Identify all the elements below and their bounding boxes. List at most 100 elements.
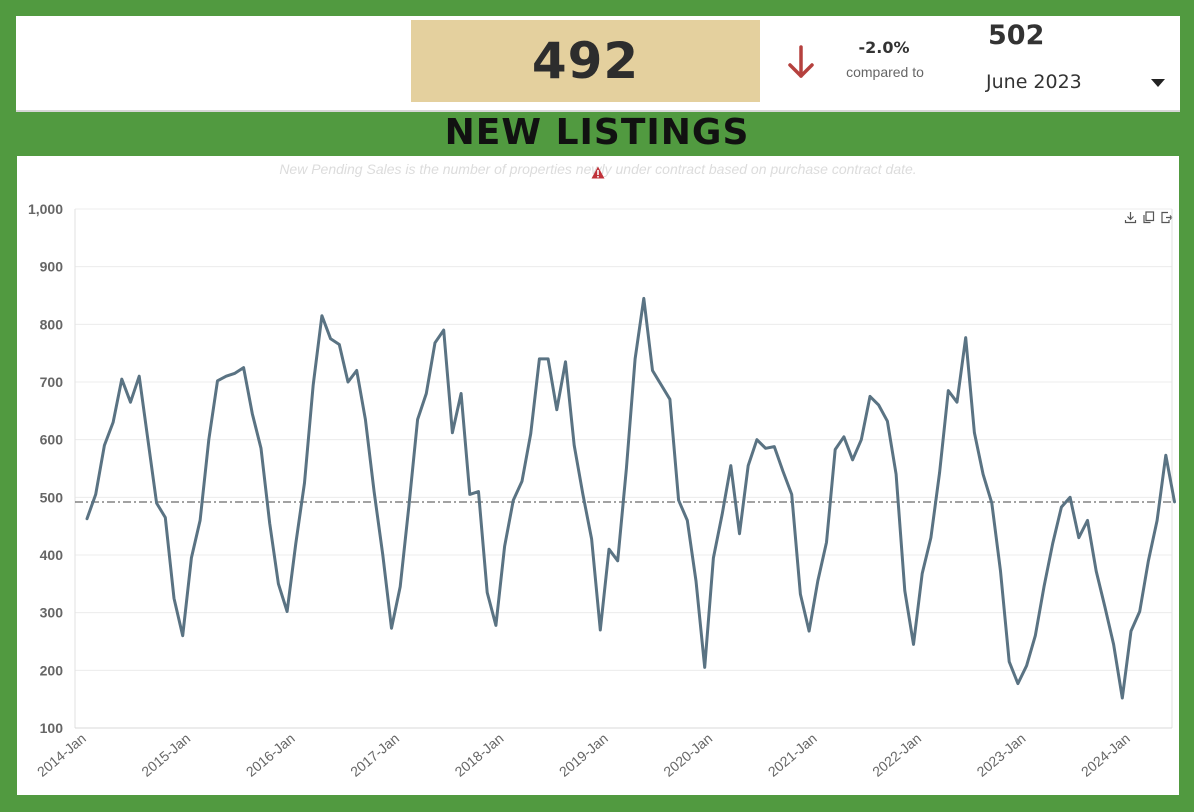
data-point[interactable] <box>477 490 481 494</box>
data-point[interactable] <box>1112 642 1116 646</box>
data-point[interactable] <box>1120 696 1124 700</box>
data-point[interactable] <box>581 492 585 496</box>
data-point[interactable] <box>189 556 193 560</box>
data-point[interactable] <box>346 380 350 384</box>
data-point[interactable] <box>1042 585 1046 589</box>
data-point[interactable] <box>233 371 237 375</box>
data-point[interactable] <box>337 343 341 347</box>
data-point[interactable] <box>555 408 559 412</box>
data-point[interactable] <box>929 536 933 540</box>
data-point[interactable] <box>903 589 907 593</box>
data-point[interactable] <box>1164 453 1168 457</box>
data-point[interactable] <box>259 446 263 450</box>
data-point[interactable] <box>764 446 768 450</box>
data-point[interactable] <box>485 590 489 594</box>
data-point[interactable] <box>633 357 637 361</box>
data-point[interactable] <box>181 634 185 638</box>
data-point[interactable] <box>85 517 89 521</box>
data-point[interactable] <box>442 328 446 332</box>
data-point[interactable] <box>677 498 681 502</box>
data-point[interactable] <box>859 438 863 442</box>
data-point[interactable] <box>433 341 437 345</box>
data-point[interactable] <box>407 504 411 508</box>
data-point[interactable] <box>303 481 307 485</box>
data-point[interactable] <box>1077 536 1081 540</box>
data-point[interactable] <box>546 357 550 361</box>
data-point[interactable] <box>572 443 576 447</box>
data-point[interactable] <box>198 518 202 522</box>
data-point[interactable] <box>1033 634 1037 638</box>
data-point[interactable] <box>1016 682 1020 686</box>
data-point[interactable] <box>772 445 776 449</box>
data-point[interactable] <box>564 360 568 364</box>
data-point[interactable] <box>894 472 898 476</box>
data-point[interactable] <box>285 610 289 614</box>
data-point[interactable] <box>1155 518 1159 522</box>
data-point[interactable] <box>94 492 98 496</box>
data-point[interactable] <box>494 623 498 627</box>
data-point[interactable] <box>320 314 324 318</box>
data-point[interactable] <box>1103 605 1107 609</box>
data-point[interactable] <box>1094 569 1098 573</box>
data-point[interactable] <box>1051 541 1055 545</box>
data-point[interactable] <box>520 479 524 483</box>
data-point[interactable] <box>946 389 950 393</box>
data-point[interactable] <box>172 596 176 600</box>
data-point[interactable] <box>155 501 159 505</box>
data-point[interactable] <box>1129 629 1133 633</box>
chevron-down-icon[interactable] <box>1151 79 1165 87</box>
data-point[interactable] <box>885 419 889 423</box>
data-point[interactable] <box>807 629 811 633</box>
data-point[interactable] <box>624 467 628 471</box>
data-point[interactable] <box>746 464 750 468</box>
data-point[interactable] <box>955 400 959 404</box>
data-point[interactable] <box>642 296 646 300</box>
data-point[interactable] <box>459 392 463 396</box>
data-point[interactable] <box>363 417 367 421</box>
data-point[interactable] <box>390 626 394 630</box>
data-point[interactable] <box>1025 664 1029 668</box>
data-point[interactable] <box>842 435 846 439</box>
data-point[interactable] <box>659 383 663 387</box>
data-point[interactable] <box>598 628 602 632</box>
data-point[interactable] <box>1146 559 1150 563</box>
data-point[interactable] <box>381 553 385 557</box>
data-point[interactable] <box>964 336 968 340</box>
data-point[interactable] <box>120 377 124 381</box>
data-point[interactable] <box>816 579 820 583</box>
data-point[interactable] <box>877 403 881 407</box>
data-point[interactable] <box>851 458 855 462</box>
data-point[interactable] <box>511 498 515 502</box>
data-point[interactable] <box>355 368 359 372</box>
data-point[interactable] <box>129 400 133 404</box>
data-point[interactable] <box>868 394 872 398</box>
data-point[interactable] <box>790 492 794 496</box>
data-point[interactable] <box>781 469 785 473</box>
data-point[interactable] <box>685 518 689 522</box>
data-point[interactable] <box>468 492 472 496</box>
data-point[interactable] <box>537 357 541 361</box>
data-point[interactable] <box>590 537 594 541</box>
data-point[interactable] <box>1086 518 1090 522</box>
data-point[interactable] <box>311 383 315 387</box>
data-point[interactable] <box>990 501 994 505</box>
data-point[interactable] <box>738 532 742 536</box>
data-point[interactable] <box>146 438 150 442</box>
data-point[interactable] <box>798 592 802 596</box>
data-point[interactable] <box>607 547 611 551</box>
data-point[interactable] <box>1068 495 1072 499</box>
data-point[interactable] <box>981 472 985 476</box>
data-point[interactable] <box>424 392 428 396</box>
data-point[interactable] <box>651 368 655 372</box>
data-point[interactable] <box>729 464 733 468</box>
data-point[interactable] <box>920 571 924 575</box>
data-point[interactable] <box>938 471 942 475</box>
data-point[interactable] <box>294 541 298 545</box>
data-point[interactable] <box>825 540 829 544</box>
data-point[interactable] <box>1138 610 1142 614</box>
data-point[interactable] <box>668 397 672 401</box>
data-point[interactable] <box>912 642 916 646</box>
data-point[interactable] <box>207 438 211 442</box>
data-point[interactable] <box>833 447 837 451</box>
data-point[interactable] <box>398 585 402 589</box>
